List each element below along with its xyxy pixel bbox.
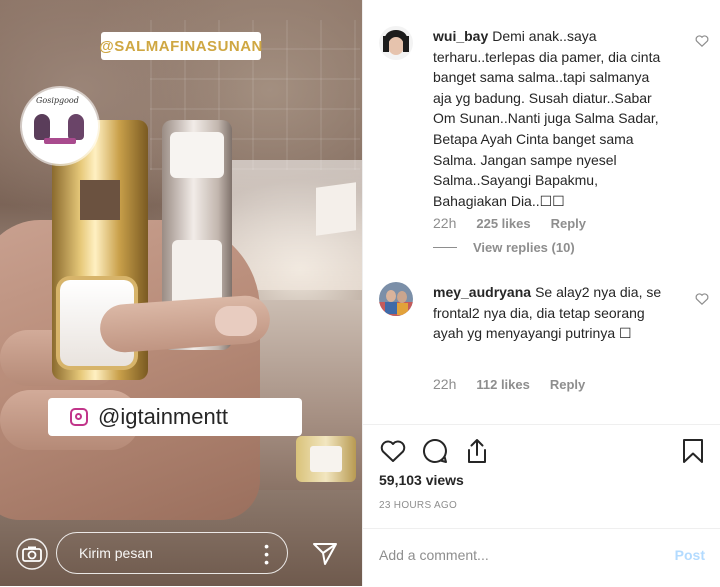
instagram-mention-sticker[interactable]: @igtainmentt bbox=[48, 398, 302, 436]
post-comment-button[interactable]: Post bbox=[675, 547, 705, 563]
avatar[interactable] bbox=[379, 282, 413, 316]
instagram-icon bbox=[70, 408, 88, 426]
share-icon[interactable] bbox=[463, 437, 491, 465]
badge-table bbox=[44, 138, 76, 144]
comment-item: wui_bay Demi anak..saya terharu..terlepas… bbox=[379, 26, 709, 266]
view-replies-button[interactable]: View replies (10) bbox=[433, 240, 575, 255]
comment-likes[interactable]: 225 likes bbox=[476, 216, 530, 231]
story-reply-input[interactable]: Kirim pesan • • • bbox=[56, 532, 288, 574]
badge-figure bbox=[68, 114, 84, 140]
comment-item: mey_audryana Se alay2 nya dia, se frontal… bbox=[379, 282, 709, 402]
comments-panel: wui_bay Demi anak..saya terharu..terlepas… bbox=[362, 0, 720, 586]
bookmark-icon[interactable] bbox=[679, 437, 707, 465]
add-comment-area: Add a comment... Post bbox=[363, 528, 720, 587]
comment-bubble-icon[interactable] bbox=[421, 437, 449, 465]
comment-time: 22h bbox=[433, 376, 457, 392]
more-vertical-icon[interactable]: • • • bbox=[264, 539, 269, 569]
thumbnail bbox=[215, 306, 257, 336]
comment-reply-button[interactable]: Reply bbox=[550, 377, 585, 392]
comment-body: mey_audryana Se alay2 nya dia, se frontal… bbox=[433, 282, 671, 344]
send-icon[interactable] bbox=[310, 538, 340, 568]
avatar[interactable] bbox=[379, 26, 413, 60]
add-comment-input[interactable]: Add a comment... bbox=[379, 547, 489, 563]
comment-username[interactable]: mey_audryana bbox=[433, 284, 531, 300]
comment-likes[interactable]: 112 likes bbox=[476, 377, 530, 392]
like-comment-heart-icon[interactable] bbox=[695, 34, 709, 48]
silver-bracelet-enamel bbox=[170, 132, 224, 178]
badge-figure bbox=[34, 114, 50, 140]
like-heart-icon[interactable] bbox=[379, 437, 407, 465]
badge-text: Gosipgood bbox=[36, 96, 79, 105]
background-bracelet bbox=[296, 436, 356, 482]
comment-username[interactable]: wui_bay bbox=[433, 28, 488, 44]
mention-tag-top[interactable]: @SALMAFINASUNAN bbox=[99, 32, 262, 60]
watermark-badge: Gosipgood bbox=[22, 88, 98, 164]
comment-body: wui_bay Demi anak..saya terharu..terlepas… bbox=[433, 26, 671, 211]
comment-time: 22h bbox=[433, 215, 457, 231]
view-replies-label: View replies (10) bbox=[473, 240, 575, 255]
reply-placeholder: Kirim pesan bbox=[79, 545, 153, 561]
comment-text: Demi anak..saya terharu..terlepas dia pa… bbox=[433, 28, 661, 209]
background-box bbox=[316, 182, 356, 236]
mention-text: @igtainmentt bbox=[98, 404, 228, 429]
view-count[interactable]: 59,103 views bbox=[379, 472, 464, 488]
story-media: @SALMAFINASUNAN Gosipgood @igtainmentt K… bbox=[0, 0, 362, 586]
comment-meta: 22h 112 likes Reply bbox=[433, 376, 585, 392]
post-timestamp[interactable]: 23 HOURS AGO bbox=[379, 500, 457, 511]
comment-meta: 22h 225 likes Reply bbox=[433, 215, 586, 231]
post-actions bbox=[363, 424, 720, 463]
comment-reply-button[interactable]: Reply bbox=[551, 216, 586, 231]
camera-icon[interactable] bbox=[12, 538, 52, 570]
replies-divider bbox=[433, 247, 457, 248]
like-comment-heart-icon[interactable] bbox=[695, 292, 709, 306]
